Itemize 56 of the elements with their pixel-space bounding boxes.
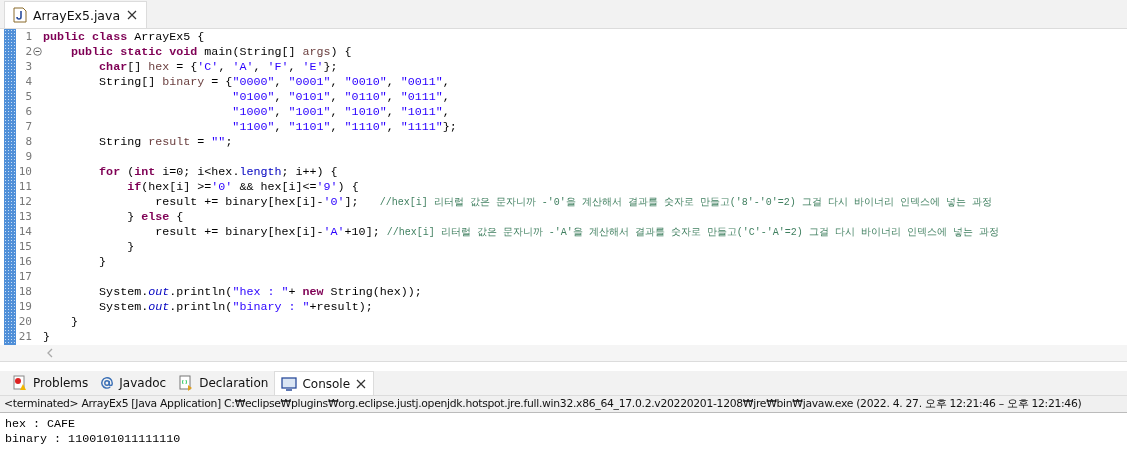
collapse-icon[interactable]	[32, 47, 42, 56]
line-number: 1	[24, 30, 32, 43]
code-line: "1100", "1101", "1110", "1111"};	[231, 119, 457, 134]
console-output-line: binary : 1100101011111110	[5, 432, 182, 447]
code-line: } else {	[126, 209, 184, 224]
line-number: 4	[24, 75, 32, 88]
code-line: System.out.println("binary : "+result);	[98, 299, 373, 314]
line-number: 16	[17, 255, 32, 268]
line-number: 19	[17, 300, 32, 313]
line-number: 17	[17, 270, 32, 283]
line-number: 5	[24, 90, 32, 103]
line-number: 12	[17, 195, 32, 208]
code-line: String result = "";	[98, 134, 233, 149]
code-line: result += binary[hex[i]-'A'+10]; //hex[i] 리터럴 값은 문자니까 -'A'을 계산해서 결과를 숫자로 만들고('C'-'A'=2) 그걸 다시 바이너리 인덱스에 넣는 과정	[154, 224, 999, 239]
close-icon[interactable]	[355, 377, 368, 390]
line-number: 11	[17, 180, 32, 193]
code-line: "1000", "1001", "1010", "1011",	[231, 104, 450, 119]
code-line: }	[70, 314, 79, 329]
line-number: 20	[17, 315, 32, 328]
code-line: if(hex[i] >='0' && hex[i]<='9') {	[126, 179, 359, 194]
view-tab[interactable]: Console	[274, 371, 375, 395]
line-number: 21	[17, 330, 32, 343]
line-number: 8	[24, 135, 32, 148]
monitor-icon	[281, 375, 298, 392]
problems-icon	[12, 375, 28, 391]
line-number: 7	[24, 120, 32, 133]
code-line: char[] hex = {'C', 'A', 'F', 'E'};	[98, 59, 338, 74]
code-line: result += binary[hex[i]-'0']; //hex[i] 리터럴 값은 문자니까 -'0'을 계산해서 결과를 숫자로 만들고('8'-'0'=2) 그걸 다시 바이너리 인덱스에 넣는 과정	[154, 194, 992, 209]
line-number: 14	[17, 225, 32, 238]
console-output-line: hex : CAFE	[5, 417, 77, 432]
console-status: <terminated> ArrayEx5 [Java Application] C:₩eclipse₩plugins₩org.eclipse.justj.openjdk.hotspot.jre.full.win32.x86_64_17.0.2.v20220201-1208₩jre₩bin₩javaw.exe (2022. 4. 27. 오후 12:21:46 – 오후 12:21:46)	[0, 396, 1127, 413]
line-number: 3	[24, 60, 32, 73]
view-tab[interactable]: Problems	[6, 371, 95, 395]
at-sign-icon	[100, 376, 115, 390]
horizontal-scrollbar[interactable]	[0, 345, 1127, 361]
code-line: }	[126, 239, 135, 254]
code-line: System.out.println("hex : "+ new String(hex));	[98, 284, 422, 299]
view-tab[interactable]: Declaration	[172, 371, 275, 395]
code-line: String[] binary = {"0000", "0001", "0010", "0011",	[98, 74, 450, 89]
code-line: for (int i=0; i<hex.length; i++) {	[98, 164, 338, 179]
code-line: }	[43, 329, 50, 344]
line-number: 15	[17, 240, 32, 253]
line-number: 9	[24, 150, 32, 163]
close-icon[interactable]	[126, 9, 139, 21]
line-number: 18	[17, 285, 32, 298]
line-number: 10	[17, 165, 32, 178]
code-line: "0100", "0101", "0110", "0111",	[231, 89, 450, 104]
line-number: 6	[24, 105, 32, 118]
code-line: public class ArrayEx5 {	[43, 29, 205, 44]
line-number: 13	[17, 210, 32, 223]
code-line: }	[98, 254, 107, 269]
editor-tab[interactable]: ArrayEx5.java	[4, 1, 148, 28]
line-number: 2	[24, 45, 32, 58]
view-tab[interactable]: Javadoc	[94, 371, 173, 395]
java-file-icon	[13, 7, 27, 23]
code-line: public static void main(String[] args) {	[70, 44, 352, 59]
